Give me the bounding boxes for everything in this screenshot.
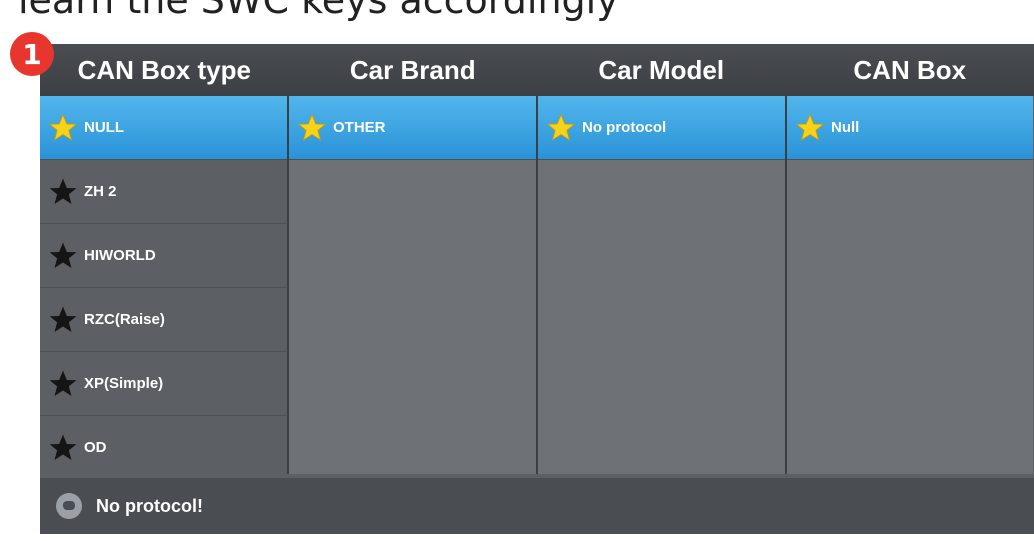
list-item-label: No protocol: [582, 119, 667, 136]
star-yellow-icon: [295, 112, 329, 144]
can-box-list: Null: [787, 96, 1033, 474]
header-can-box: CAN Box: [853, 54, 967, 85]
list-item-null[interactable]: NULL: [40, 96, 287, 160]
header-can-box-type: CAN Box type: [77, 54, 251, 85]
star-yellow-icon: [793, 112, 827, 144]
star-black-icon: [46, 176, 80, 208]
list-item-rzc[interactable]: RZC(Raise): [40, 288, 287, 352]
list-item-no-protocol[interactable]: No protocol: [538, 96, 785, 160]
star-black-icon: [46, 240, 80, 272]
list-item-label: HIWORLD: [84, 247, 156, 264]
list-item-zh2[interactable]: ZH 2: [40, 160, 287, 224]
list-item-label: OTHER: [333, 119, 386, 136]
caption-text: learn the SWC keys accordingly: [18, 0, 619, 22]
car-model-list: No protocol: [538, 96, 787, 474]
list-item-xp[interactable]: XP(Simple): [40, 352, 287, 416]
list-item-null-box[interactable]: Null: [787, 96, 1033, 160]
star-yellow-icon: [544, 112, 578, 144]
list-item-label: NULL: [84, 119, 124, 136]
list-item-label: ZH 2: [84, 183, 117, 200]
list-item-label: OD: [84, 439, 107, 456]
list-item-hiworld[interactable]: HIWORLD: [40, 224, 287, 288]
list-item-od[interactable]: OD: [40, 416, 287, 480]
header-car-brand: Car Brand: [349, 54, 476, 85]
column-header-bar: CAN Box type Car Brand Car Model CAN Box: [40, 44, 1034, 96]
status-bar: No protocol!: [40, 478, 1034, 534]
step-badge: 1: [10, 32, 54, 76]
list-item-label: XP(Simple): [84, 375, 164, 392]
star-black-icon: [46, 368, 80, 400]
car-brand-list: OTHER: [289, 96, 538, 474]
star-yellow-icon: [46, 112, 80, 144]
status-text: No protocol!: [96, 495, 203, 516]
header-car-model: Car Model: [598, 54, 725, 85]
list-item-other[interactable]: OTHER: [289, 96, 536, 160]
can-box-type-list: NULL ZH 2 HIWORLD RZC(Raise) XP(Simple) …: [40, 96, 289, 480]
star-black-icon: [46, 304, 80, 336]
can-settings-screen: CAN Box type Car Brand Car Model CAN Box…: [40, 44, 1034, 534]
star-black-icon: [46, 432, 80, 464]
message-icon: [56, 493, 82, 519]
list-item-label: RZC(Raise): [84, 311, 165, 328]
list-item-label: Null: [831, 119, 860, 136]
